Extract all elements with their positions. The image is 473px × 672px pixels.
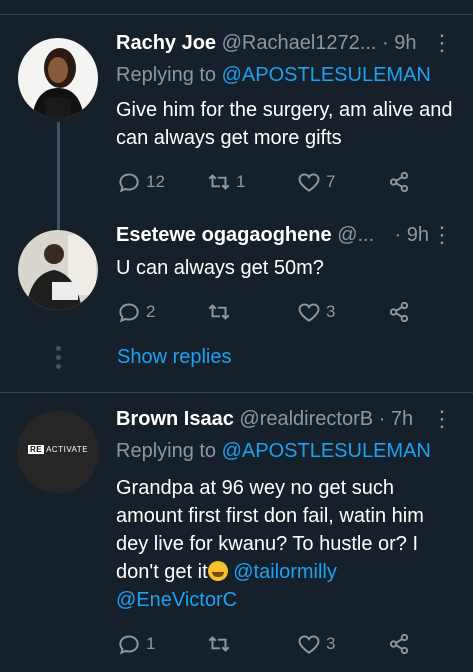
tweet-text: Give him for the surgery, am alive and c… — [116, 99, 453, 149]
reply-button[interactable]: 1 — [116, 630, 155, 658]
retweet-button[interactable] — [206, 298, 236, 326]
timestamp[interactable]: · 9h — [382, 32, 416, 54]
mention-enevictorc[interactable]: @EneVictorC — [116, 589, 237, 611]
retweet-count: 1 — [236, 172, 246, 191]
avatar[interactable] — [18, 230, 98, 310]
timestamp[interactable]: · 9h — [395, 220, 429, 250]
tweet-header: Rachy Joe @Rachael1272... · 9h ⋮ — [116, 28, 453, 58]
like-count: 3 — [326, 634, 336, 653]
share-icon — [389, 171, 409, 193]
user-handle[interactable]: @Rachael1272... — [222, 32, 377, 54]
replying-to: Replying to @APOSTLESULEMAN — [116, 436, 431, 466]
tweet-actions: 1 3 — [116, 630, 426, 658]
share-button[interactable] — [386, 168, 416, 196]
retweet-button[interactable]: 1 — [206, 168, 245, 196]
tweet-actions: 12 1 7 — [116, 168, 426, 196]
like-count: 7 — [326, 172, 336, 191]
share-icon — [389, 301, 409, 323]
retweet-icon — [208, 174, 230, 190]
replying-prefix: Replying to — [116, 440, 222, 462]
like-icon — [298, 635, 320, 654]
like-count: 3 — [326, 302, 336, 321]
top-divider — [0, 0, 473, 15]
timestamp[interactable]: · 7h — [379, 408, 413, 430]
like-button[interactable]: 3 — [296, 298, 335, 326]
retweet-button[interactable] — [206, 630, 236, 658]
display-name[interactable]: Esetewe ogagaoghene — [116, 224, 332, 246]
retweet-icon — [208, 636, 230, 652]
divider — [0, 392, 473, 393]
like-icon — [298, 303, 320, 322]
display-name[interactable]: Rachy Joe — [116, 32, 216, 54]
grinning-sweat-emoji — [207, 561, 228, 581]
thread-dots — [56, 346, 61, 373]
more-icon[interactable]: ⋮ — [431, 28, 453, 58]
reply-count: 1 — [146, 634, 156, 653]
reply-icon — [119, 635, 139, 655]
reply-icon — [119, 173, 139, 193]
avatar[interactable] — [18, 38, 98, 118]
replying-to: Replying to @APOSTLESULEMAN — [116, 60, 431, 90]
tweet-text: U can always get 50m? — [116, 257, 324, 279]
brand-logo: RE ACTIVATE — [27, 445, 89, 454]
replying-to-link[interactable]: @APOSTLESULEMAN — [222, 440, 431, 462]
share-button[interactable] — [386, 298, 416, 326]
reply-count: 2 — [146, 302, 156, 321]
mention-tailormilly[interactable]: @tailormilly — [233, 561, 337, 583]
user-handle[interactable]: @... — [337, 224, 374, 246]
like-icon — [298, 173, 320, 192]
show-replies-link[interactable]: Show replies — [117, 346, 232, 369]
reply-count: 12 — [146, 172, 165, 191]
retweet-icon — [208, 304, 230, 320]
avatar[interactable]: RE ACTIVATE — [17, 411, 99, 493]
replying-to-link[interactable]: @APOSTLESULEMAN — [222, 64, 431, 86]
tweet-actions: 2 3 — [116, 298, 426, 326]
share-icon — [389, 633, 409, 655]
reply-button[interactable]: 2 — [116, 298, 155, 326]
replying-prefix: Replying to — [116, 64, 222, 86]
more-icon[interactable]: ⋮ — [431, 404, 453, 434]
reply-icon — [119, 303, 139, 323]
like-button[interactable]: 3 — [296, 630, 335, 658]
tweet-header: Brown Isaac @realdirectorB · 7h ⋮ — [116, 404, 453, 434]
share-button[interactable] — [386, 630, 416, 658]
user-handle[interactable]: @realdirectorB — [239, 408, 373, 430]
more-icon[interactable]: ⋮ — [431, 220, 453, 250]
like-button[interactable]: 7 — [296, 168, 335, 196]
display-name[interactable]: Brown Isaac — [116, 408, 234, 430]
reply-button[interactable]: 12 — [116, 168, 165, 196]
tweet-header: Esetewe ogagaoghene @... · 9h ⋮ — [116, 220, 453, 250]
tweet-text: Grandpa at 96 wey no get such amount fir… — [116, 474, 459, 614]
